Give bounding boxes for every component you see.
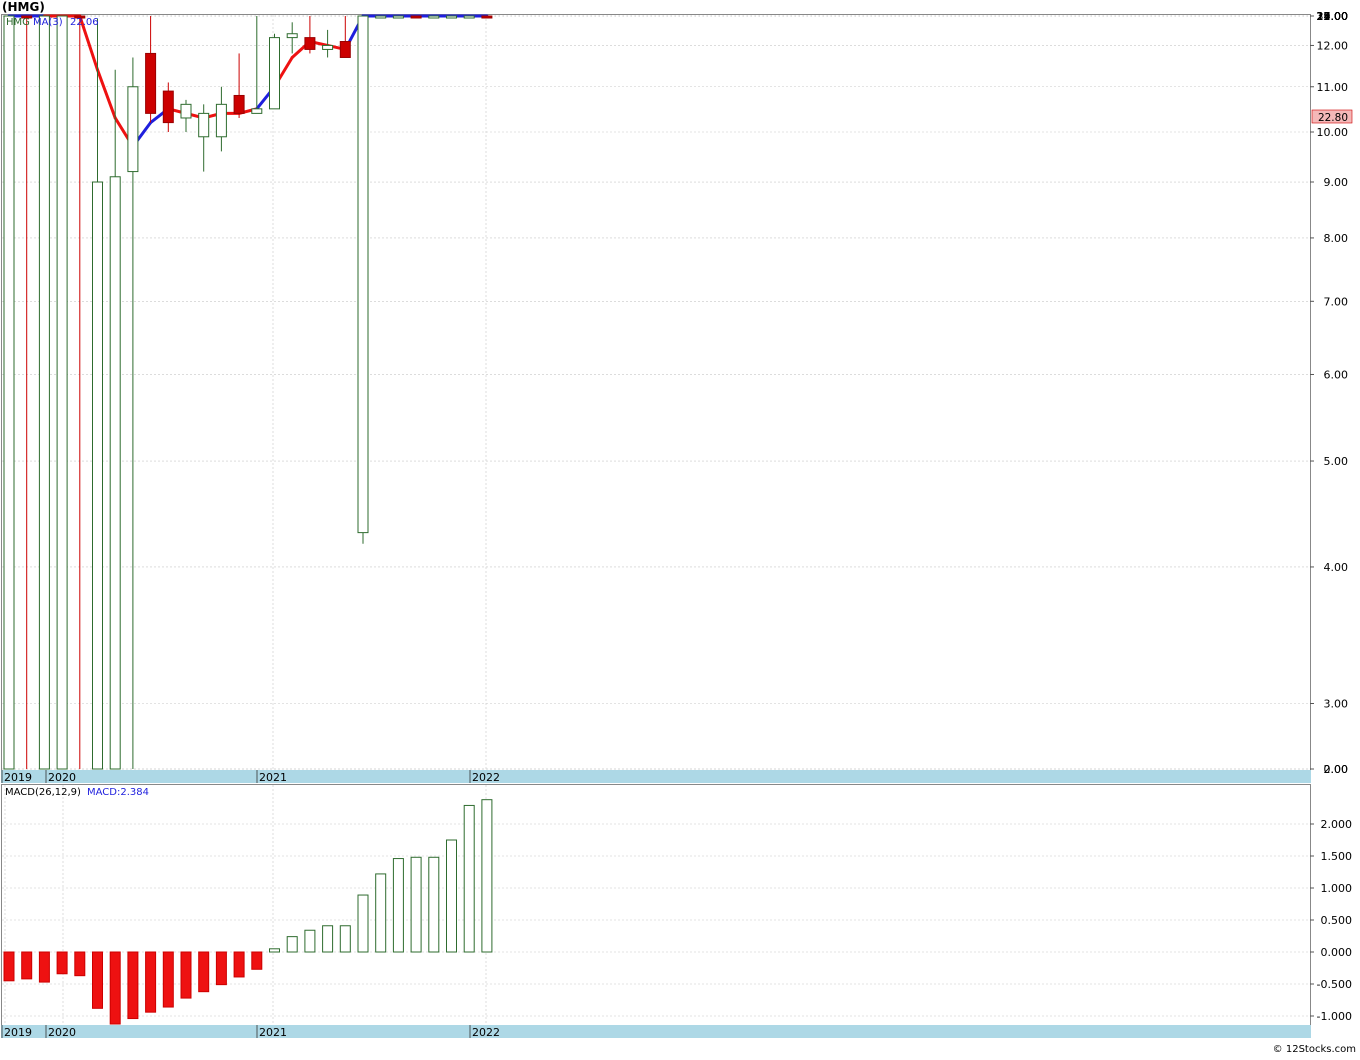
- date-label: 2022: [472, 1026, 500, 1039]
- candle-body: [162, 90, 174, 124]
- price-tick-label: 5.00: [1324, 455, 1349, 468]
- candle-body: [92, 181, 103, 770]
- date-label: 2022: [472, 771, 500, 784]
- macd-bar: [322, 925, 334, 953]
- macd-bar: [481, 799, 493, 953]
- macd-bar: [463, 804, 475, 953]
- macd-tick-label: -0.500: [1317, 978, 1352, 991]
- date-label: 2019: [4, 1026, 32, 1039]
- price-tick-label: 0.00: [1324, 763, 1349, 776]
- price-tick-label: 12.00: [1317, 39, 1349, 52]
- price-legend-ma-label: MA(3): [33, 17, 63, 28]
- macd-bar: [38, 951, 50, 983]
- price-tick-label: 8.00: [1324, 232, 1349, 245]
- price-tick-label: 3.00: [1324, 698, 1349, 711]
- macd-tick-label: 2.000: [1321, 818, 1353, 831]
- candle-body: [463, 15, 475, 19]
- macd-bar: [180, 951, 192, 999]
- chart-window: (HMG) 32.00 29.00 27.00 25.00 23.00 21.00 19.0…: [0, 0, 1360, 1056]
- macd-tick-label: 1.000: [1321, 882, 1353, 895]
- candle-body: [446, 15, 457, 19]
- price-axis: 32.0029.0027.0025.0023.0021.0019.0017.00…: [1310, 10, 1348, 776]
- candle-body: [375, 15, 387, 19]
- chart-canvas: (HMG) 32.0029.0027.0025.0023.0021.0019.0…: [1, 0, 1356, 1055]
- date-label: 2019: [4, 771, 32, 784]
- macd-bar: [215, 951, 227, 986]
- macd-bar: [21, 951, 33, 980]
- candle-body: [339, 41, 351, 58]
- candle-body: [428, 15, 440, 19]
- candle-body: [410, 15, 422, 19]
- chart-title: (HMG): [2, 0, 45, 14]
- macd-bar: [428, 856, 440, 953]
- candle-body: [286, 33, 298, 39]
- footer-credit: © 12Stocks.com: [1273, 1044, 1356, 1055]
- macd-bar: [162, 951, 174, 1008]
- candle-body: [233, 94, 245, 114]
- candle-body: [127, 86, 139, 173]
- candle-body: [481, 15, 493, 19]
- macd-axis: 2.000 1.500 1.000 0.500 0.000 -0.500 -1.000: [1310, 818, 1352, 1023]
- macd-bar: [92, 951, 103, 1009]
- date-label: 2021: [259, 1026, 287, 1039]
- candle-body: [304, 37, 316, 50]
- candle-body: [3, 15, 15, 770]
- macd-bar: [269, 948, 280, 953]
- candle-body: [251, 108, 263, 114]
- macd-bar: [392, 858, 404, 953]
- macd-bar: [410, 856, 422, 953]
- macd-bar: [286, 936, 298, 953]
- candle-body: [198, 112, 210, 138]
- date-label: 2021: [259, 771, 287, 784]
- macd-bar: [74, 951, 86, 977]
- price-legend-symbol: HMG: [6, 17, 30, 28]
- candle-body: [145, 52, 157, 114]
- candle-body: [215, 103, 227, 138]
- macd-bar: [3, 951, 15, 982]
- price-tick-label: 13.00: [1317, 10, 1349, 23]
- date-label: 2020: [48, 1026, 76, 1039]
- macd-tick-label: -1.000: [1317, 1010, 1352, 1023]
- macd-tick-label: 0.500: [1321, 914, 1353, 927]
- candle-body: [357, 15, 369, 534]
- price-legend-ma-value: 22.06: [70, 17, 99, 28]
- macd-bar: [251, 951, 263, 970]
- price-tick-label: 11.00: [1317, 81, 1349, 94]
- price-tick-label: 10.00: [1317, 126, 1349, 139]
- price-panel: [1, 14, 1311, 771]
- macd-bar: [375, 873, 387, 953]
- macd-bar: [446, 839, 457, 953]
- macd-bar: [56, 951, 68, 975]
- candle-body: [322, 44, 334, 50]
- macd-bar: [233, 951, 245, 978]
- price-tick-label: 4.00: [1324, 561, 1349, 574]
- candle-body: [180, 103, 192, 119]
- macd-bar: [145, 951, 157, 1013]
- macd-legend-value: MACD:2.384: [87, 787, 149, 798]
- date-label: 2020: [48, 771, 76, 784]
- macd-date-band: [1, 1025, 1311, 1038]
- macd-bar: [357, 894, 369, 953]
- macd-tick-label: 1.500: [1321, 850, 1353, 863]
- price-tick-label: 6.00: [1324, 368, 1349, 381]
- macd-bar: [109, 951, 121, 1025]
- candle-body: [56, 15, 68, 770]
- price-tick-label: 9.00: [1324, 176, 1349, 189]
- macd-tick-label: 0.000: [1321, 946, 1353, 959]
- macd-bar: [127, 951, 139, 1020]
- macd-bar: [304, 929, 316, 953]
- macd-bar: [198, 951, 210, 993]
- macd-bar: [339, 925, 351, 953]
- price-date-band: [1, 770, 1311, 783]
- price-tick-label: 7.00: [1324, 295, 1349, 308]
- candle-body: [109, 176, 121, 770]
- macd-panel: [1, 784, 1311, 1026]
- candle-body: [38, 15, 50, 770]
- last-price-label: 22.80: [1318, 112, 1348, 124]
- candle-body: [269, 37, 280, 110]
- candle-body: [392, 15, 404, 19]
- macd-legend-name: MACD(26,12,9): [5, 787, 81, 798]
